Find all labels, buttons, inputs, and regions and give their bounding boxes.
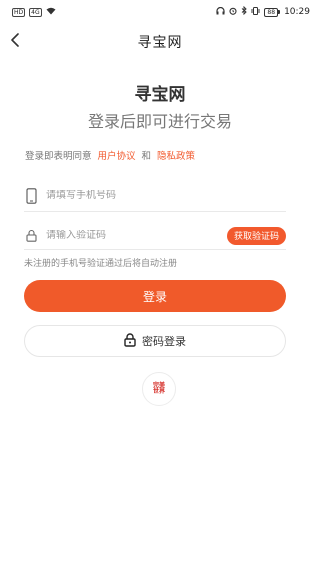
wifi-icon (46, 7, 56, 18)
network-indicator: 4G (29, 7, 42, 17)
battery-icon: 88 (264, 7, 281, 17)
login-button[interactable]: 登录 (24, 280, 286, 312)
password-login-label: 密码登录 (142, 335, 186, 348)
lock-icon (24, 229, 38, 242)
verification-code-field: 获取验证码 (24, 222, 286, 250)
verification-code-input[interactable] (46, 230, 227, 241)
get-code-button[interactable]: 获取验证码 (226, 226, 286, 245)
page-subtitle: 登录后即可进行交易 (87, 112, 232, 131)
agreement-line: 登录即表明同意 用户协议 和 隐私政策 (25, 148, 195, 162)
auto-register-hint: 未注册的手机号验证通过后将自动注册 (24, 259, 178, 269)
hd-indicator: HD (12, 7, 26, 17)
bluetooth-icon (241, 5, 248, 18)
status-bar: HD 4G 88 10:29 (0, 0, 320, 24)
lock-icon (124, 332, 136, 350)
password-login-button[interactable]: 密码登录 (24, 325, 286, 357)
nav-bar: 寻宝网 (0, 26, 320, 58)
headphones-icon (216, 6, 226, 18)
vibrate-icon (251, 6, 260, 18)
user-agreement-link[interactable]: 用户协议 (98, 148, 136, 162)
status-bar-right: 88 10:29 (216, 5, 310, 18)
status-bar-left: HD 4G (12, 7, 56, 18)
privacy-policy-link[interactable]: 隐私政策 (157, 148, 195, 162)
perfect-world-logo: 完美世界 (152, 382, 165, 395)
phone-input[interactable] (46, 190, 286, 201)
phone-icon (24, 187, 38, 204)
app-title: 寻宝网 (134, 85, 186, 105)
nav-logo: 寻宝网 (137, 35, 183, 51)
third-party-login-button[interactable]: 完美世界 (142, 372, 176, 406)
agreement-prefix: 登录即表明同意 (25, 151, 92, 162)
status-time: 10:29 (284, 7, 310, 17)
battery-level: 88 (264, 7, 279, 17)
phone-field (24, 180, 286, 212)
agreement-and: 和 (141, 151, 152, 162)
alarm-icon (229, 7, 237, 18)
